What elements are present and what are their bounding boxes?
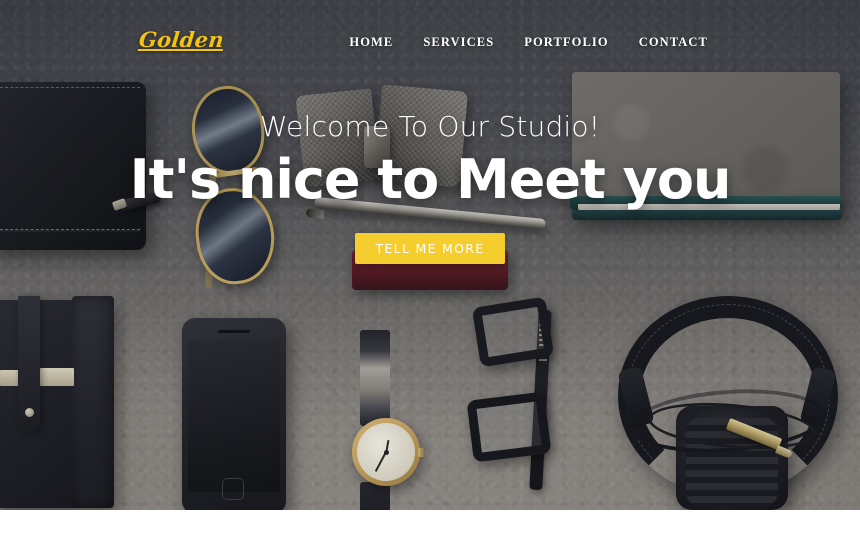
nav-item-contact[interactable]: CONTACT [637, 31, 710, 54]
hero-headline: It's nice to Meet you [129, 148, 732, 211]
landing-page: Welcome To Our Studio! It's nice to Meet… [0, 0, 860, 560]
nav-item-home[interactable]: HOME [347, 31, 395, 54]
tell-me-more-button[interactable]: TELL ME MORE [355, 233, 505, 265]
site-header: Golden HOME SERVICES PORTFOLIO CONTACT [0, 0, 860, 78]
below-fold-section [0, 510, 860, 560]
hero-kicker-text: Welcome To Our Studio! [259, 110, 601, 143]
nav-item-portfolio[interactable]: PORTFOLIO [522, 31, 610, 54]
main-navigation: HOME SERVICES PORTFOLIO CONTACT [347, 31, 710, 54]
nav-item-services[interactable]: SERVICES [421, 31, 496, 54]
brand-logo[interactable]: Golden [138, 27, 226, 52]
